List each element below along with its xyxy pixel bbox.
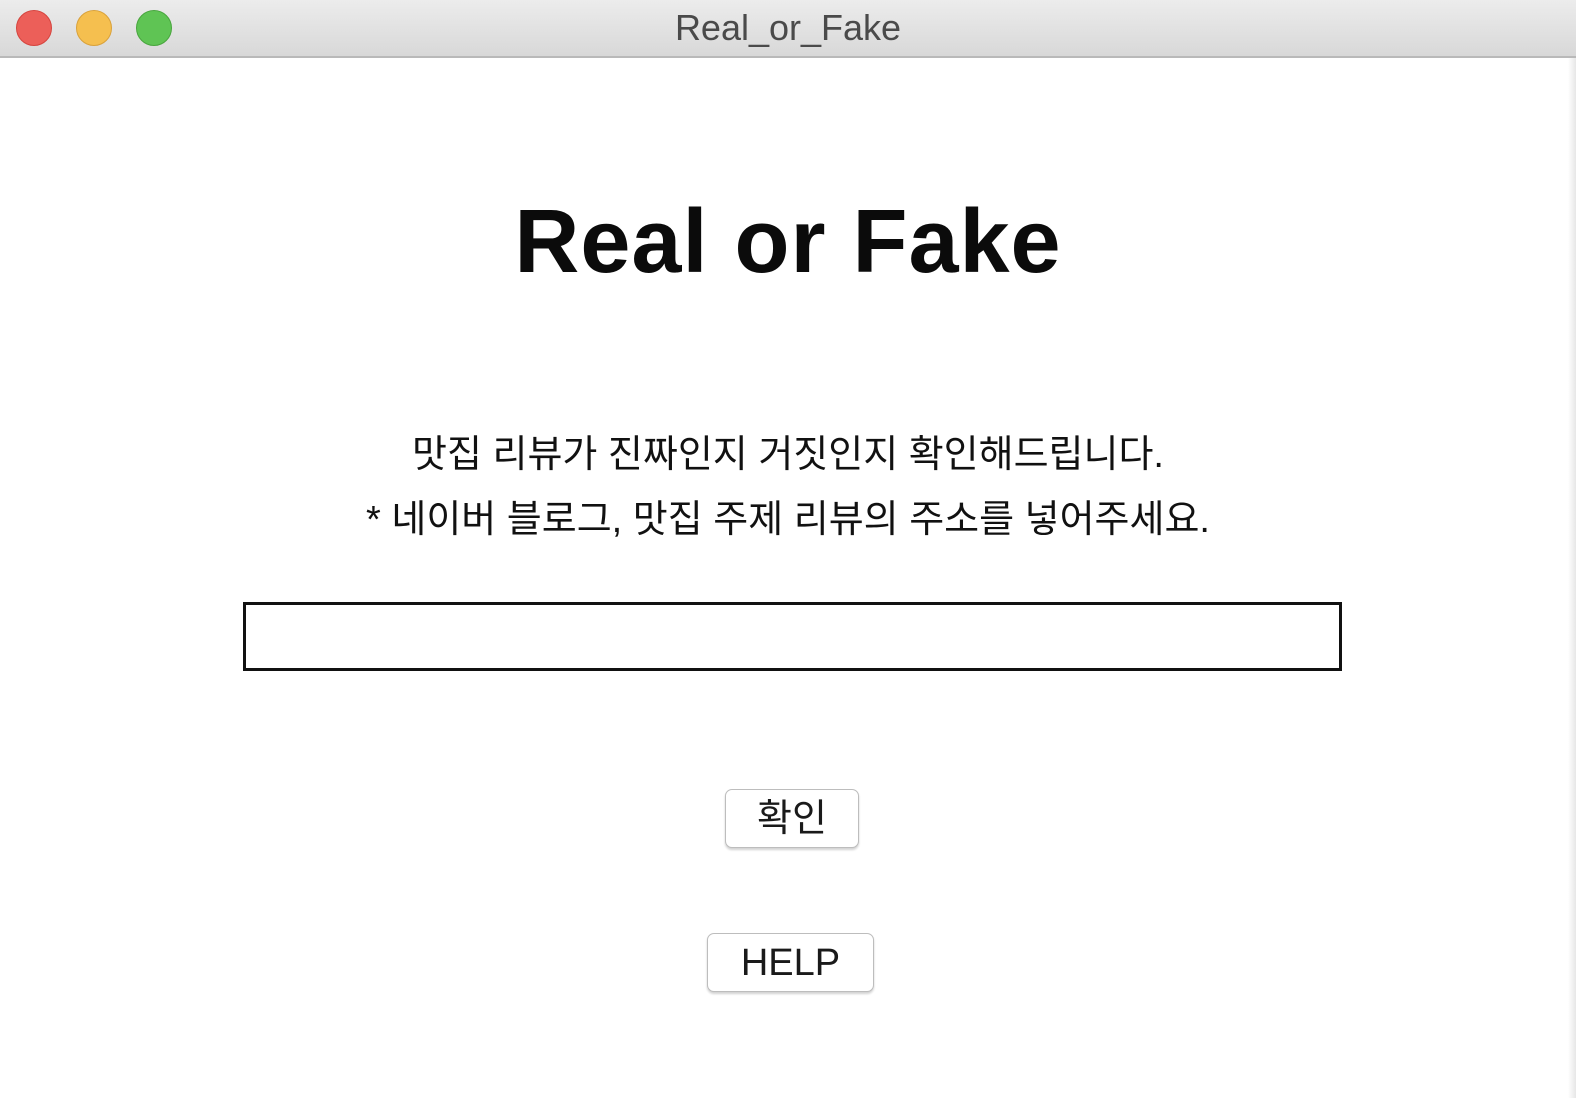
description-line-1: 맛집 리뷰가 진짜인지 거짓인지 확인해드립니다. — [412, 434, 1164, 476]
confirm-button[interactable]: 확인 — [725, 789, 859, 848]
description-line-2: * 네이버 블로그, 맛집 주제 리뷰의 주소를 넣어주세요. — [366, 499, 1210, 541]
help-button[interactable]: HELP — [707, 933, 874, 992]
title-bar: Real_or_Fake — [0, 0, 1576, 58]
app-window: Real_or_Fake Real or Fake 맛집 리뷰가 진짜인지 거짓… — [0, 0, 1576, 1098]
window-title: Real_or_Fake — [674, 7, 902, 48]
page-title: Real or Fake — [514, 192, 1062, 292]
review-url-input[interactable] — [243, 602, 1342, 671]
